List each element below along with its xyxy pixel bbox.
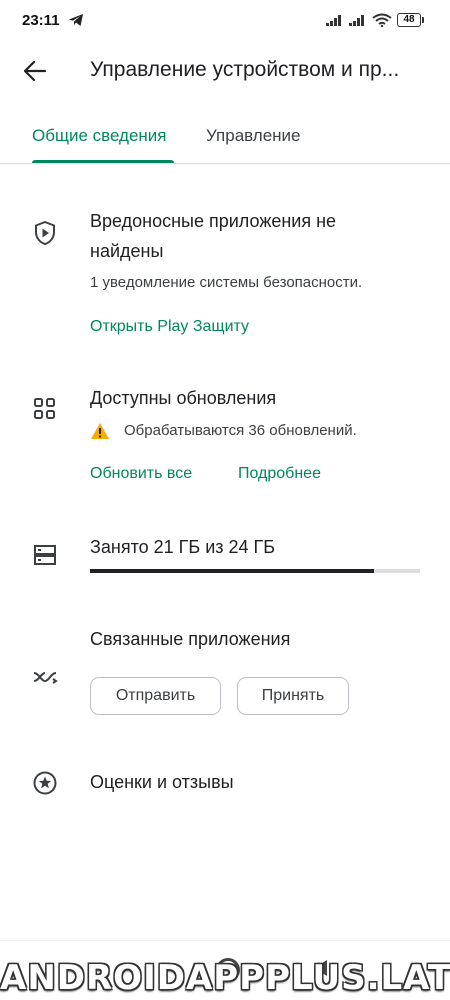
protection-title-line2: найдены bbox=[90, 241, 164, 261]
shield-play-icon bbox=[35, 221, 55, 245]
battery-icon: 48 bbox=[397, 13, 424, 27]
page-title: Управление устройством и пр... bbox=[90, 58, 400, 81]
share-apps-icon bbox=[33, 672, 58, 684]
updates-status: Обрабатываются 36 обновлений. bbox=[124, 422, 357, 439]
update-all-link[interactable]: Обновить все bbox=[90, 465, 192, 483]
telegram-icon bbox=[69, 14, 83, 26]
send-button[interactable]: Отправить bbox=[90, 677, 221, 715]
protection-title-line1: Вредоносные приложения не bbox=[90, 211, 337, 231]
protection-subtitle: 1 уведомление системы безопасности. bbox=[90, 274, 363, 291]
warning-icon bbox=[91, 423, 109, 439]
apps-grid-icon bbox=[34, 398, 55, 419]
tab-manage[interactable]: Управление bbox=[206, 126, 301, 146]
status-time: 23:11 bbox=[22, 12, 60, 29]
storage-progress-bar bbox=[90, 569, 420, 573]
arrow-back-icon[interactable] bbox=[22, 58, 48, 84]
open-play-protect-link[interactable]: Открыть Play Защиту bbox=[90, 318, 249, 336]
wifi-icon bbox=[372, 13, 392, 27]
storage-progress-fill bbox=[90, 569, 374, 573]
receive-button[interactable]: Принять bbox=[237, 677, 349, 715]
signal-icon bbox=[349, 15, 364, 26]
tabs-divider bbox=[0, 163, 450, 164]
navbar-divider bbox=[0, 940, 450, 941]
star-circle-icon bbox=[33, 771, 57, 795]
update-details-link[interactable]: Подробнее bbox=[238, 465, 321, 483]
ratings-title[interactable]: Оценки и отзывы bbox=[90, 768, 234, 797]
watermark: ANDROIDAPPPLUS.LAT bbox=[0, 958, 450, 998]
signal-icon bbox=[326, 15, 341, 26]
storage-icon bbox=[34, 545, 56, 565]
storage-label: Занято 21 ГБ из 24 ГБ bbox=[90, 537, 276, 557]
tab-overview[interactable]: Общие сведения bbox=[32, 126, 167, 146]
linked-apps-title: Связанные приложения bbox=[90, 629, 291, 649]
updates-title: Доступны обновления bbox=[90, 388, 277, 408]
